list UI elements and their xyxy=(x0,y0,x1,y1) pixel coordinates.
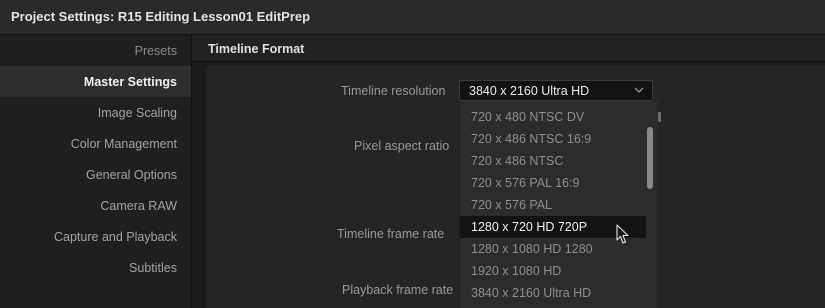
sidebar-item-capture-and-playback[interactable]: Capture and Playback xyxy=(54,230,177,244)
section-header: Timeline Format xyxy=(192,35,825,62)
chevron-down-icon xyxy=(634,87,644,93)
resolution-option[interactable]: 720 x 480 NTSC DV xyxy=(460,106,646,128)
window-title: Project Settings: R15 Editing Lesson01 E… xyxy=(11,9,311,24)
resolution-option[interactable]: 720 x 576 PAL xyxy=(460,194,646,216)
sidebar-item-general-options[interactable]: General Options xyxy=(86,168,177,182)
sidebar-item-camera-raw[interactable]: Camera RAW xyxy=(100,199,177,213)
sidebar-item-color-management[interactable]: Color Management xyxy=(71,137,177,151)
settings-sidebar: Presets Master Settings Image Scaling Co… xyxy=(0,35,192,308)
title-bar: Project Settings: R15 Editing Lesson01 E… xyxy=(0,0,825,35)
resolution-option[interactable]: 720 x 486 NTSC 16:9 xyxy=(460,128,646,150)
sidebar-item-image-scaling[interactable]: Image Scaling xyxy=(98,106,177,120)
resolution-dropdown-list: 720 x 480 NTSC DV 720 x 486 NTSC 16:9 72… xyxy=(459,101,658,308)
hidden-control-edge xyxy=(658,112,661,122)
sidebar-item-master-settings[interactable]: Master Settings xyxy=(84,75,177,89)
timeline-resolution-value: 3840 x 2160 Ultra HD xyxy=(469,84,590,98)
resolution-option[interactable]: 720 x 576 PAL 16:9 xyxy=(460,172,646,194)
resolution-option[interactable]: 3840 x 2160 Ultra HD xyxy=(460,282,646,304)
sidebar-item-subtitles[interactable]: Subtitles xyxy=(129,261,177,275)
resolution-option[interactable]: 720 x 486 NTSC xyxy=(460,150,646,172)
timeline-frame-rate-label: Timeline frame rate xyxy=(337,227,445,241)
playback-frame-rate-label: Playback frame rate xyxy=(342,283,454,297)
timeline-resolution-select[interactable]: 3840 x 2160 Ultra HD xyxy=(459,80,653,101)
section-title: Timeline Format xyxy=(208,42,305,56)
sidebar-item-presets[interactable]: Presets xyxy=(135,44,177,58)
dropdown-scrollbar-thumb[interactable] xyxy=(647,127,653,189)
pixel-aspect-ratio-label: Pixel aspect ratio xyxy=(354,139,450,153)
timeline-resolution-label: Timeline resolution xyxy=(341,84,446,98)
mouse-pointer-icon xyxy=(616,224,629,244)
resolution-option[interactable]: 1920 x 1080 HD xyxy=(460,260,646,282)
